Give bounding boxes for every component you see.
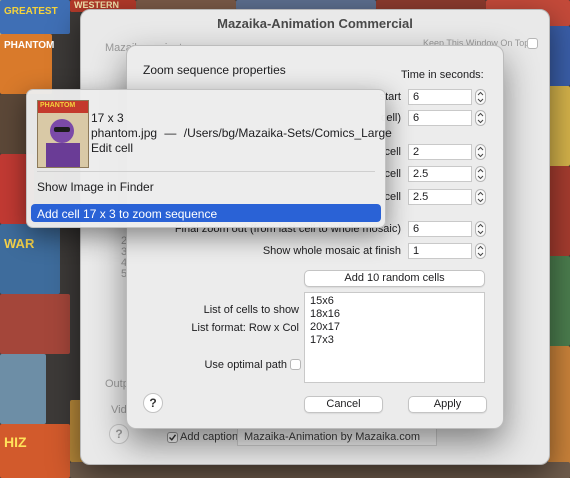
menu-item-show-in-finder[interactable]: Show Image in Finder	[37, 180, 154, 194]
file-separator: —	[164, 126, 177, 140]
list-item[interactable]: 18x16	[310, 308, 479, 321]
keep-on-top-checkbox[interactable]	[527, 38, 538, 49]
comic-tile	[548, 346, 570, 478]
cancel-button[interactable]: Cancel	[304, 396, 383, 413]
add-caption-label: Add caption	[180, 431, 239, 443]
comic-tile: GREATEST	[0, 0, 70, 34]
cell-context-menu: PHANTOM 17 x 3 phantom.jpg — /Users/bg/M…	[26, 89, 392, 228]
list-item[interactable]: 17x3	[310, 334, 479, 347]
menu-file-info: phantom.jpg — /Users/bg/Mazaika-Sets/Com…	[91, 126, 392, 140]
file-path: /Users/bg/Mazaika-Sets/Comics_Large	[183, 126, 392, 140]
time-stepper-3[interactable]	[475, 144, 486, 160]
show-whole-mosaic-label: Show whole mosaic at finish	[262, 245, 401, 257]
list-item[interactable]: 15x6	[310, 295, 479, 308]
time-header: Time in seconds:	[401, 69, 484, 81]
menu-item-add-to-sequence[interactable]: Add cell 17 x 3 to zoom sequence	[37, 207, 217, 221]
show-whole-mosaic-stepper[interactable]	[475, 243, 486, 259]
optimal-path-label: Use optimal path	[204, 359, 287, 371]
row-label-cell-3: cell	[384, 168, 401, 180]
comic-tile	[548, 26, 570, 86]
optimal-path-checkbox[interactable]	[290, 359, 301, 370]
comic-tile	[0, 354, 46, 424]
add-random-cells-button[interactable]: Add 10 random cells	[304, 270, 485, 287]
menu-separator	[37, 171, 375, 172]
comic-tile	[548, 86, 570, 166]
comic-tile: WAR	[0, 224, 60, 294]
file-name: phantom.jpg	[91, 126, 158, 140]
cell-time-stepper[interactable]	[475, 110, 486, 126]
show-whole-mosaic-input[interactable]: 1	[408, 243, 472, 259]
window-help-button[interactable]: ?	[109, 424, 129, 444]
add-caption-checkbox[interactable]	[167, 432, 178, 443]
row-label-cell-4: cell	[384, 191, 401, 203]
row-label-cell-2: cell	[384, 146, 401, 158]
final-zoom-out-stepper[interactable]	[475, 221, 486, 237]
start-time-stepper[interactable]	[475, 89, 486, 105]
cells-list[interactable]: 15x6 18x16 20x17 17x3	[304, 292, 485, 383]
time-stepper-5[interactable]	[475, 189, 486, 205]
start-time-input[interactable]: 6	[408, 89, 472, 105]
list-format-label: List format: Row x Col	[191, 322, 299, 334]
comic-tile: PHANTOM	[0, 34, 54, 94]
time-input-5[interactable]: 2.5	[408, 189, 472, 205]
time-input-4[interactable]: 2.5	[408, 166, 472, 182]
caption-input[interactable]: Mazaika-Animation by Mazaika.com	[237, 428, 437, 446]
cell-thumbnail: PHANTOM	[37, 100, 89, 168]
cell-time-input[interactable]: 6	[408, 110, 472, 126]
dialog-title: Zoom sequence properties	[143, 63, 286, 77]
cells-list-label: List of cells to show	[203, 304, 299, 316]
menu-item-edit-cell[interactable]: Edit cell	[91, 141, 133, 155]
thumbnail-title: PHANTOM	[40, 102, 76, 109]
window-title: Mazaika-Animation Commercial	[217, 16, 413, 31]
checkmark-icon	[169, 434, 177, 441]
menu-cell-id: 17 x 3	[91, 111, 124, 125]
final-zoom-out-input[interactable]: 6	[408, 221, 472, 237]
comic-tile: HIZ	[0, 424, 70, 478]
comic-tile	[0, 94, 26, 154]
time-stepper-4[interactable]	[475, 166, 486, 182]
list-item[interactable]: 20x17	[310, 321, 479, 334]
comic-tile	[548, 256, 570, 346]
comic-tile	[548, 166, 570, 256]
time-input-3[interactable]: 2	[408, 144, 472, 160]
dialog-help-button[interactable]: ?	[143, 393, 163, 413]
comic-tile	[0, 294, 70, 354]
apply-button[interactable]: Apply	[408, 396, 487, 413]
